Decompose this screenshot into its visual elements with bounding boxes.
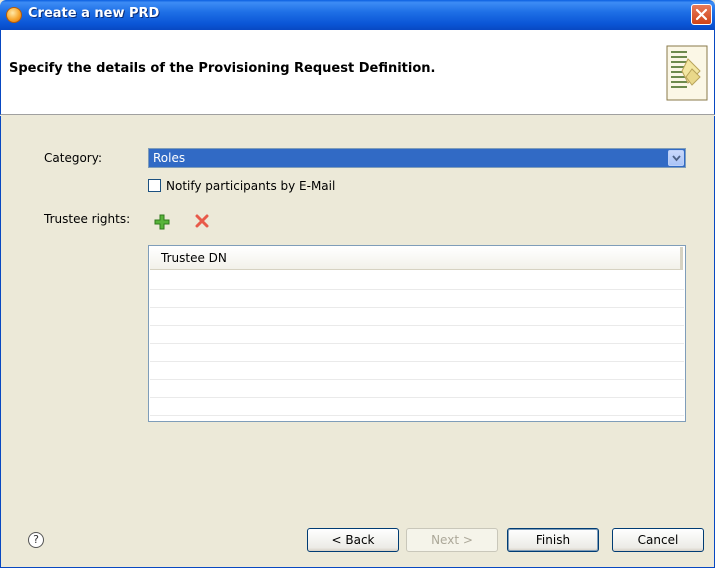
notify-checkbox[interactable] (148, 179, 161, 192)
table-row (150, 343, 684, 344)
table-row (150, 397, 684, 398)
table-row (150, 325, 684, 326)
table-row (150, 379, 684, 380)
wizard-content: Category: Roles Notify participants by E… (0, 116, 715, 494)
close-icon (695, 8, 708, 21)
chevron-down-icon (672, 155, 681, 162)
document-wizard-icon (666, 45, 708, 101)
add-plus-icon[interactable] (154, 214, 170, 230)
category-dropdown-button[interactable] (668, 150, 684, 166)
back-button[interactable]: < Back (307, 528, 399, 552)
cancel-button[interactable]: Cancel (612, 528, 704, 552)
close-button[interactable] (691, 4, 712, 25)
page-heading: Specify the details of the Provisioning … (9, 61, 436, 76)
table-row (150, 289, 684, 290)
table-row (150, 307, 684, 308)
table-row (150, 361, 684, 362)
title-bar: Create a new PRD (0, 0, 715, 30)
finish-button[interactable]: Finish (507, 528, 599, 552)
category-select[interactable]: Roles (148, 148, 686, 168)
next-button[interactable]: Next > (406, 528, 498, 552)
trustee-table[interactable]: Trustee DN (148, 245, 686, 422)
column-header-trustee-dn[interactable]: Trustee DN (161, 251, 227, 265)
table-header[interactable]: Trustee DN (150, 247, 683, 270)
remove-x-icon[interactable] (195, 214, 209, 228)
notify-checkbox-label[interactable]: Notify participants by E-Mail (166, 179, 335, 193)
trustee-rights-label: Trustee rights: (44, 212, 131, 226)
wizard-banner: Specify the details of the Provisioning … (0, 30, 715, 115)
wizard-footer: ? < Back Next > Finish Cancel (0, 494, 715, 568)
category-label: Category: (44, 151, 102, 165)
category-value: Roles (153, 151, 186, 165)
app-icon (6, 7, 22, 23)
table-row (150, 415, 684, 416)
help-icon[interactable]: ? (28, 532, 44, 548)
window-title: Create a new PRD (28, 6, 160, 21)
